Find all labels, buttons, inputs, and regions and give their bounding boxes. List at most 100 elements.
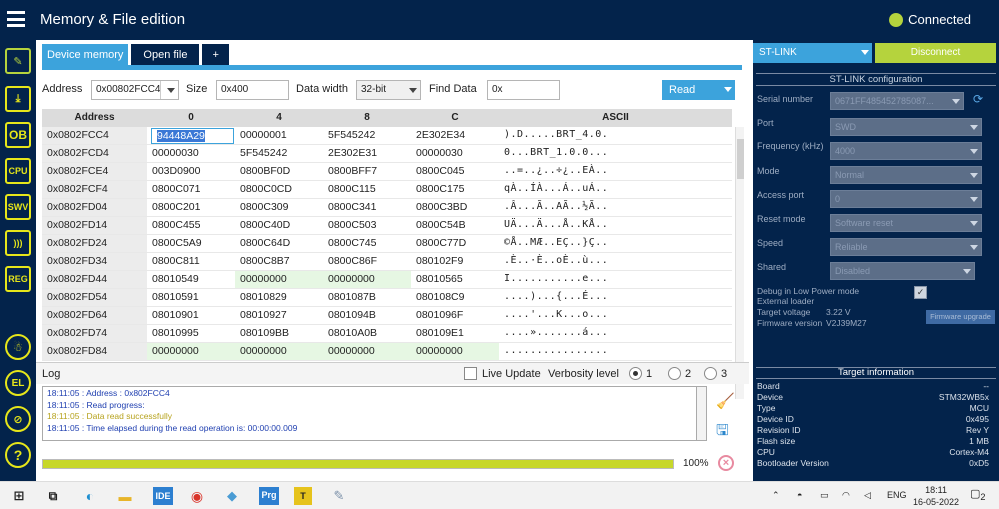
data-cell[interactable]: 08010549 [147, 271, 235, 288]
ascii-cell[interactable]: 0...BRT_1.0.0... [504, 147, 608, 158]
ascii-cell[interactable]: ....)...{...É... [504, 291, 608, 302]
ascii-cell[interactable]: ©Å..MÆ..EÇ..}Ç.. [504, 237, 608, 248]
file-explorer-icon[interactable]: ▬ [116, 487, 134, 505]
data-cell[interactable]: 0801094B [323, 307, 411, 324]
table-row[interactable]: 0x0802FCD4 00000030 5F545242 2E302E31 000000… [42, 145, 732, 163]
data-cell[interactable]: 0800BF0D [235, 163, 323, 180]
data-cell[interactable]: 080109E1 [411, 325, 499, 342]
frequency-select[interactable]: 4000 [830, 142, 982, 160]
ascii-cell[interactable]: UÄ...Ä...Å..KÅ.. [504, 219, 608, 230]
battery-icon[interactable]: ▭ [820, 490, 829, 501]
table-row[interactable]: 0x0802FD14 0800C455 0800C40D 0800C503 0800C5… [42, 217, 732, 235]
table-row[interactable]: 0x0802FD64 08010901 08010927 0801094B 080109… [42, 307, 732, 325]
data-cell[interactable]: 0800C503 [323, 217, 411, 234]
data-cell[interactable]: 00000001 [235, 127, 323, 144]
data-cell[interactable]: 0800C045 [411, 163, 499, 180]
data-cell[interactable]: 08010829 [235, 289, 323, 306]
shared-select[interactable]: Disabled [830, 262, 975, 280]
data-cell[interactable]: 0800C309 [235, 199, 323, 216]
data-cell[interactable]: 0800C8B7 [235, 253, 323, 270]
cpu-icon[interactable]: CPU [5, 158, 31, 184]
memory-edit-icon[interactable]: ✎ [5, 48, 31, 74]
chrome-icon[interactable]: ◉ [188, 487, 206, 505]
ascii-cell[interactable]: ).D.....BRT_4.0. [504, 129, 608, 140]
cancel-icon[interactable]: × [718, 455, 734, 471]
swv-icon[interactable]: SWV [5, 194, 31, 220]
data-cell[interactable]: 00000000 [235, 343, 323, 360]
table-row[interactable]: 0x0802FD54 08010591 08010829 0801087B 080108… [42, 289, 732, 307]
network-app-icon[interactable]: ◓ [797, 490, 802, 500]
data-cell[interactable]: 00000000 [323, 343, 411, 360]
data-cell[interactable]: 080102F9 [411, 253, 499, 270]
read-button[interactable]: Read [662, 80, 735, 100]
ascii-cell[interactable]: ....».......á... [504, 327, 608, 338]
ascii-cell[interactable]: ................ [504, 345, 608, 356]
task-view-icon[interactable]: ⧉ [44, 487, 62, 505]
table-row[interactable]: 0x0802FD44 08010549 00000000 00000000 080105… [42, 271, 732, 289]
data-cell[interactable]: 0800C201 [147, 199, 235, 216]
data-cell[interactable]: 00000030 [147, 145, 235, 162]
table-row[interactable]: 0x0802FCF4 0800C071 0800C0CD 0800C115 0800C1… [42, 181, 732, 199]
verbosity-radio-3[interactable] [704, 367, 717, 380]
data-cell[interactable]: 0800C811 [147, 253, 235, 270]
data-cell[interactable]: 0800C455 [147, 217, 235, 234]
table-row[interactable]: 0x0802FD24 0800C5A9 0800C64D 0800C745 0800C7… [42, 235, 732, 253]
data-cell[interactable]: 003D0900 [147, 163, 235, 180]
ascii-cell[interactable]: qÀ..ÍÀ...Á..uÁ.. [504, 183, 608, 194]
ascii-cell[interactable]: ..=..¿..÷¿..EÀ.. [504, 165, 608, 176]
size-input[interactable]: 0x400 [216, 80, 289, 100]
table-row[interactable]: 0x0802FD84 00000000 00000000 00000000 000000… [42, 343, 732, 361]
ascii-cell[interactable]: ....'...K...o... [504, 309, 608, 320]
data-width-select[interactable]: 32-bit [356, 80, 421, 100]
data-cell[interactable]: 0800C0CD [235, 181, 323, 198]
data-cell[interactable]: 08010901 [147, 307, 235, 324]
data-cell[interactable]: 2E302E31 [323, 145, 411, 162]
table-row[interactable]: 0x0802FCE4 003D0900 0800BF0D 0800BFF7 0800C0… [42, 163, 732, 181]
data-cell[interactable]: 5F545242 [235, 145, 323, 162]
data-cell[interactable]: 00000030 [411, 145, 499, 162]
table-row[interactable]: 0x0802FCC4 94448A29 00000001 5F545242 2E302E… [42, 127, 732, 145]
table-row[interactable]: 0x0802FD34 0800C811 0800C8B7 0800C86F 080102… [42, 253, 732, 271]
disconnect-button[interactable]: Disconnect [875, 43, 996, 63]
verbosity-radio-2[interactable] [668, 367, 681, 380]
register-icon[interactable]: REG [5, 266, 31, 292]
access-port-select[interactable]: 0 [830, 190, 982, 208]
address-combo[interactable]: 0x00802FCC4 [91, 80, 179, 100]
serial-select[interactable]: 0671FF485452785087... [830, 92, 964, 110]
data-cell[interactable]: 0800C5A9 [147, 235, 235, 252]
programmer-icon[interactable]: Prg [259, 487, 279, 505]
scroll-thumb[interactable] [737, 139, 744, 179]
el-tool-icon[interactable]: EL [5, 370, 31, 396]
tab-add[interactable]: + [202, 44, 229, 66]
data-cell[interactable]: 0800C175 [411, 181, 499, 198]
low-power-checkbox[interactable]: ✓ [914, 286, 927, 299]
selected-cell[interactable]: 94448A29 [151, 128, 234, 144]
security-icon[interactable]: ⊘ [5, 406, 31, 432]
clear-log-icon[interactable]: 🧹 [716, 392, 735, 410]
table-row[interactable]: 0x0802FD04 0800C201 0800C309 0800C341 0800C3… [42, 199, 732, 217]
table-row[interactable]: 0x0802FD74 08010995 080109BB 08010A0B 080109… [42, 325, 732, 343]
ascii-cell[interactable]: I...........e... [504, 273, 608, 284]
app-icon[interactable]: ◆ [223, 487, 241, 505]
edge-icon[interactable]: ◐ [81, 487, 99, 505]
notification-icon[interactable]: ▢2 [970, 487, 986, 502]
data-cell[interactable]: 08010995 [147, 325, 235, 342]
log-scrollbar[interactable] [697, 386, 707, 441]
windows-start-icon[interactable]: ⊞ [10, 487, 28, 505]
data-cell[interactable]: 080109BB [235, 325, 323, 342]
data-cell[interactable]: 0800C86F [323, 253, 411, 270]
help-icon[interactable]: ? [5, 442, 31, 468]
data-cell[interactable]: 0800C3BD [411, 199, 499, 216]
wifi-icon[interactable]: ◠ [842, 490, 850, 501]
data-cell[interactable]: 0800BFF7 [323, 163, 411, 180]
reset-mode-select[interactable]: Software reset [830, 214, 982, 232]
ascii-cell[interactable]: .Â...Ã..AÃ..½Ã.. [504, 201, 608, 212]
tab-open-file[interactable]: Open file [131, 44, 200, 66]
mode-select[interactable]: Normal [830, 166, 982, 184]
data-cell[interactable]: 08010927 [235, 307, 323, 324]
probe-select[interactable]: ST-LINK [753, 43, 872, 63]
option-bytes-icon[interactable]: OB [5, 122, 31, 148]
live-update-checkbox[interactable] [464, 367, 477, 380]
refresh-icon[interactable]: ⟳ [973, 92, 987, 108]
erase-program-icon[interactable]: ⤓ [5, 86, 31, 112]
